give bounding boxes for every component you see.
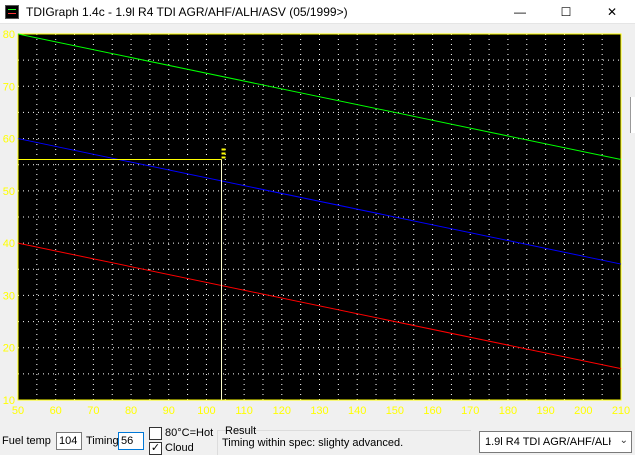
x-tick-label: 110 [235,405,253,417]
x-tick-label: 60 [50,405,62,417]
title-bar: TDIGraph 1.4c - 1.9l R4 TDI AGR/AHF/ALH/… [0,0,635,24]
timing-input[interactable] [118,432,144,450]
x-tick-label: 130 [310,405,328,417]
x-tick-label: 120 [273,405,291,417]
control-panel: Fuel temp Timing 80°C=Hot ✓ Cloud Result… [0,424,635,455]
fuel-temp-label: Fuel temp [2,435,51,447]
x-tick-label: 210 [612,405,630,417]
y-tick-label: 50 [3,186,15,198]
cloud-dot [221,148,224,151]
scrollbar-thumb[interactable] [630,97,635,133]
window-title: TDIGraph 1.4c - 1.9l R4 TDI AGR/AHF/ALH/… [26,5,348,19]
x-tick-label: 100 [197,405,215,417]
cloud-dot [223,152,226,155]
x-tick-label: 150 [386,405,404,417]
maximize-button[interactable]: ☐ [543,0,589,24]
x-tick-label: 50 [12,405,24,417]
app-icon [5,5,19,19]
cloud-dot [221,156,224,159]
y-tick-label: 40 [3,238,15,250]
close-button[interactable]: ✕ [589,0,635,24]
chevron-down-icon[interactable]: ⌄ [620,435,628,446]
hot-checkbox-label[interactable]: 80°C=Hot [165,427,213,440]
fuel-temp-input[interactable] [56,432,82,450]
engine-select[interactable]: 1.9l R4 TDI AGR/AHF/ALH/ASV (05/1999>) ⌄ [479,431,632,453]
cloud-checkbox-label[interactable]: Cloud [165,442,194,455]
timing-label: Timing [86,435,119,447]
cloud-checkbox[interactable]: ✓ [149,442,162,455]
engine-select-value: 1.9l R4 TDI AGR/AHF/ALH/ASV (05/1999>) [485,436,611,448]
y-tick-label: 80 [3,29,15,41]
result-text: Timing within spec: slighty advanced. [222,437,404,449]
y-tick-label: 60 [3,134,15,146]
y-tick-label: 20 [3,343,15,355]
y-tick-label: 30 [3,290,15,302]
x-tick-label: 90 [163,405,175,417]
cloud-dot [221,152,224,155]
x-tick-label: 200 [574,405,592,417]
x-tick-label: 190 [536,405,554,417]
timing-chart-svg[interactable]: 102030405060708050 60 70 80 90 100 110 120 130 14… [0,29,630,423]
minimize-button[interactable]: — [497,0,543,24]
x-tick-label: 140 [348,405,366,417]
x-tick-label: 180 [499,405,517,417]
x-tick-label: 80 [125,405,137,417]
y-tick-label: 70 [3,81,15,93]
x-tick-label: 160 [423,405,441,417]
cloud-dot [223,156,226,159]
cloud-dot [223,148,226,151]
hot-checkbox[interactable] [149,427,162,440]
x-tick-label: 170 [461,405,479,417]
timing-graph[interactable]: 10 20 30 40 50 60 70 80 50 60 70 80 90 100 110 120 130 14… [0,29,630,423]
x-tick-label: 70 [87,405,99,417]
